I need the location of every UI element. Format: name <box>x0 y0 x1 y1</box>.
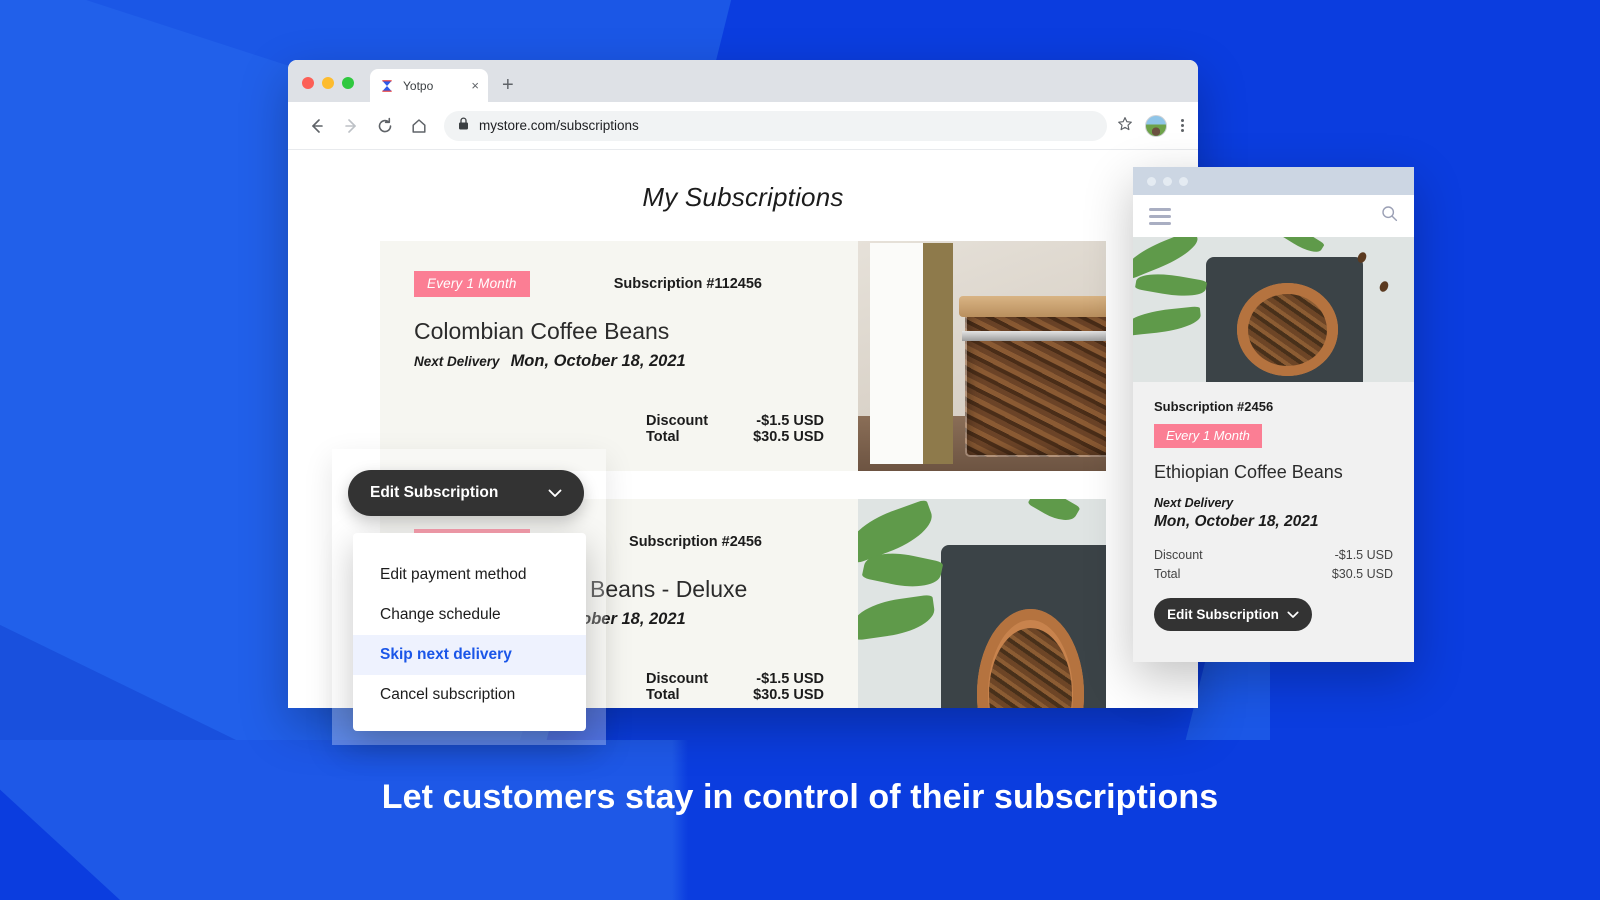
total-value: $30.5 USD <box>1331 567 1393 581</box>
discount-label: Discount <box>646 671 709 687</box>
next-delivery-date: Mon, October 18, 2021 <box>1154 513 1319 530</box>
browser-tab-title: Yotpo <box>403 78 434 93</box>
yotpo-logo-icon <box>379 78 395 94</box>
total-label: Total <box>1154 567 1181 581</box>
subscription-number: Subscription #2456 <box>629 534 762 550</box>
edit-subscription-button[interactable]: Edit Subscription <box>348 470 584 516</box>
next-delivery-row: Next Delivery Mon, October 18, 2021 <box>414 352 824 371</box>
window-traffic-lights <box>302 77 354 102</box>
promo-caption: Let customers stay in control of their s… <box>381 778 1219 816</box>
totals-row: Discount -$1.5 USD <box>1154 548 1393 562</box>
browser-tab[interactable]: Yotpo × <box>370 69 488 102</box>
browser-tabstrip: Yotpo × + <box>288 60 1198 102</box>
address-bar-url: mystore.com/subscriptions <box>479 118 639 133</box>
new-tab-button[interactable]: + <box>502 75 514 95</box>
totals-row: Total $30.5 USD <box>646 687 824 703</box>
edit-subscription-button[interactable]: Edit Subscription <box>1154 598 1312 631</box>
product-name: Ethiopian Coffee Beans <box>1154 462 1343 482</box>
discount-label: Discount <box>646 413 709 429</box>
discount-value: -$1.5 USD <box>1334 548 1393 562</box>
close-window-button[interactable] <box>302 77 314 89</box>
browser-menu-icon[interactable] <box>1181 119 1184 132</box>
mobile-window-titlebar <box>1133 167 1414 195</box>
total-value: $30.5 USD <box>753 687 824 703</box>
back-icon[interactable] <box>302 111 332 141</box>
next-delivery-date: Mon, October 18, 2021 <box>510 352 686 370</box>
browser-toolbar: mystore.com/subscriptions <box>288 102 1198 150</box>
lock-icon <box>458 116 469 135</box>
totals-block: Discount -$1.5 USD Total $30.5 USD <box>1154 548 1393 581</box>
hamburger-menu-icon[interactable] <box>1149 207 1171 225</box>
discount-label: Discount <box>1154 548 1203 562</box>
totals-block: Discount -$1.5 USD Total $30.5 USD <box>646 671 824 703</box>
menu-item-cancel-subscription[interactable]: Cancel subscription <box>353 675 586 715</box>
menu-item-edit-payment-method[interactable]: Edit payment method <box>353 555 586 595</box>
page-title: My Subscriptions <box>642 182 844 212</box>
reload-icon[interactable] <box>370 111 400 141</box>
frequency-badge: Every 1 Month <box>1154 424 1262 448</box>
minimize-window-button[interactable] <box>322 77 334 89</box>
edit-subscription-label: Edit Subscription <box>370 484 499 501</box>
subscription-number: Subscription #2456 <box>1154 399 1274 414</box>
background-bottom-band <box>0 740 1600 900</box>
close-tab-button[interactable]: × <box>471 79 479 92</box>
avatar[interactable] <box>1145 114 1167 137</box>
forward-icon[interactable] <box>336 111 366 141</box>
discount-value: -$1.5 USD <box>756 413 824 429</box>
totals-row: Total $30.5 USD <box>1154 567 1393 581</box>
maximize-window-button[interactable] <box>342 77 354 89</box>
mobile-hero-image <box>1133 237 1414 382</box>
totals-row: Discount -$1.5 USD <box>646 671 824 687</box>
coffee-bowl-photo <box>858 499 1106 708</box>
next-delivery-label: Next Delivery <box>1154 496 1234 510</box>
promo-stage: Yotpo × + mystore.com/subscriptions My S… <box>0 0 1600 900</box>
subscription-card: Every 1 Month Subscription #112456 Colom… <box>380 241 1106 471</box>
total-value: $30.5 USD <box>753 429 824 445</box>
bookmark-star-icon[interactable] <box>1117 116 1133 136</box>
mobile-traffic-dot <box>1179 176 1188 186</box>
subscription-details: Every 1 Month Subscription #112456 Colom… <box>380 241 858 471</box>
totals-row: Total $30.5 USD <box>646 429 824 445</box>
home-icon[interactable] <box>404 111 434 141</box>
mobile-subscription-details: Subscription #2456 Every 1 Month Ethiopi… <box>1133 382 1414 662</box>
discount-value: -$1.5 USD <box>756 671 824 687</box>
search-icon[interactable] <box>1381 205 1398 227</box>
next-delivery-label: Next Delivery <box>414 354 500 369</box>
mobile-traffic-dot <box>1163 176 1172 186</box>
subscription-number: Subscription #112456 <box>613 276 762 292</box>
frequency-badge: Every 1 Month <box>414 271 530 297</box>
total-label: Total <box>646 429 680 445</box>
mobile-traffic-dot <box>1147 176 1156 186</box>
totals-block: Discount -$1.5 USD Total $30.5 USD <box>646 413 824 445</box>
chevron-down-icon <box>1287 607 1299 622</box>
mobile-navbar <box>1133 195 1414 237</box>
menu-item-change-schedule[interactable]: Change schedule <box>353 595 586 635</box>
coffee-jar-photo <box>858 241 1106 471</box>
menu-item-skip-next-delivery[interactable]: Skip next delivery <box>353 635 586 675</box>
subscription-header-row: Every 1 Month Subscription #112456 <box>414 271 824 297</box>
address-bar[interactable]: mystore.com/subscriptions <box>444 110 1107 141</box>
chevron-down-icon <box>548 486 562 501</box>
mobile-preview-window: Subscription #2456 Every 1 Month Ethiopi… <box>1133 167 1414 662</box>
total-label: Total <box>646 687 680 703</box>
edit-subscription-menu: Edit payment method Change schedule Skip… <box>353 533 586 731</box>
edit-subscription-label: Edit Subscription <box>1167 607 1279 622</box>
totals-row: Discount -$1.5 USD <box>646 413 824 429</box>
product-name: Colombian Coffee Beans <box>414 318 670 344</box>
